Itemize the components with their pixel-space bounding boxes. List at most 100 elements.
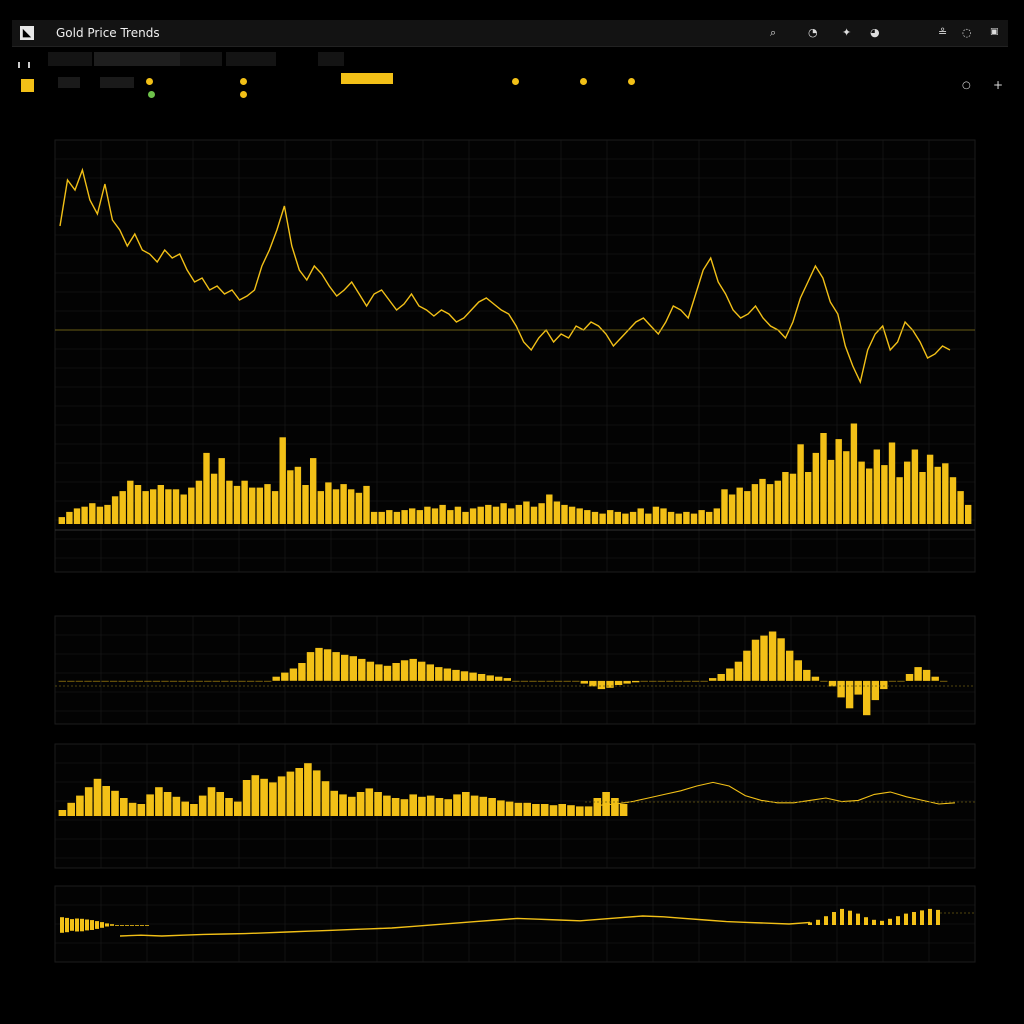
volume-bar <box>203 452 210 524</box>
volume-bar <box>431 508 439 524</box>
oscillator-bar <box>803 669 811 681</box>
oscillator-bar <box>546 680 554 682</box>
volume-bar <box>965 504 972 524</box>
signal-bar <box>65 917 69 933</box>
oscillator-bar <box>683 680 691 682</box>
volume-bar <box>294 466 302 524</box>
oscillator-bar <box>743 650 751 681</box>
volume-bar <box>744 491 751 524</box>
oscillator-bar <box>751 639 760 681</box>
volume-bar <box>89 503 96 524</box>
signal-bar <box>840 908 844 925</box>
signal-bar <box>880 920 884 925</box>
oscillator-bar <box>341 654 349 681</box>
oscillator-bar <box>400 660 409 681</box>
oscillator-bar <box>597 680 606 690</box>
oscillator-bar <box>272 676 280 681</box>
oscillator-bar <box>777 638 785 681</box>
momentum-bar <box>269 782 277 816</box>
oscillator-bar <box>700 680 708 682</box>
oscillator-bar <box>520 680 529 682</box>
momentum-bar <box>470 795 479 816</box>
oscillator-bar <box>409 658 417 681</box>
oscillator-bar <box>161 680 169 682</box>
volume-bar <box>210 473 218 524</box>
volume-bar <box>904 461 911 524</box>
volume-bar <box>332 489 340 524</box>
volume-bar <box>142 491 149 524</box>
oscillator-bar <box>606 680 614 688</box>
momentum-bar <box>374 792 382 816</box>
momentum-bar <box>321 781 330 816</box>
volume-bar <box>568 506 576 524</box>
volume-bar <box>690 513 698 524</box>
momentum-bar <box>532 804 540 816</box>
volume-bar <box>439 504 446 524</box>
volume-bar <box>508 508 515 524</box>
momentum-bar <box>435 798 444 816</box>
volume-bar <box>264 484 271 524</box>
momentum-bar <box>207 787 216 816</box>
volume-bar <box>926 454 934 524</box>
oscillator-bar <box>144 680 152 682</box>
oscillator-bar <box>332 652 340 681</box>
momentum-bar <box>339 794 347 816</box>
momentum-bar <box>584 806 593 816</box>
volume-bar <box>873 449 880 524</box>
oscillator-bar <box>358 658 366 681</box>
oscillator-bar <box>84 680 92 682</box>
momentum-bar <box>549 805 558 816</box>
volume-bar <box>530 506 538 524</box>
volume-bar <box>134 485 142 524</box>
volume-bar <box>485 504 492 524</box>
volume-bar <box>378 511 385 524</box>
volume-bar <box>355 492 363 524</box>
volume-bar <box>553 501 561 524</box>
volume-bar <box>850 423 858 524</box>
volume-bar <box>370 511 378 524</box>
oscillator-bar <box>298 663 306 681</box>
volume-bar <box>629 511 637 524</box>
volume-bar <box>58 517 65 524</box>
oscillator-bar <box>169 680 178 682</box>
volume-bar <box>104 504 111 524</box>
volume-bar <box>675 513 682 524</box>
volume-bar <box>706 511 713 524</box>
oscillator-bar <box>195 680 203 682</box>
volume-bar <box>538 503 545 524</box>
momentum-bar <box>198 795 207 816</box>
oscillator-bar <box>229 680 238 682</box>
signal-bar <box>928 908 932 925</box>
momentum-bar <box>514 802 523 816</box>
signal-bar <box>115 925 119 926</box>
momentum-bar <box>383 795 391 816</box>
momentum-bar <box>409 794 417 816</box>
momentum-bar <box>251 775 260 816</box>
oscillator-bar <box>888 680 897 682</box>
oscillator-bar <box>786 650 794 681</box>
momentum-bar <box>181 801 189 816</box>
momentum-bar <box>137 804 146 816</box>
momentum-bar <box>304 763 312 816</box>
volume-bar <box>835 439 842 524</box>
momentum-bar <box>479 796 488 816</box>
oscillator-bar <box>666 680 674 682</box>
volume-bar <box>127 480 134 524</box>
momentum-bar <box>190 804 198 816</box>
oscillator-bar <box>726 668 734 681</box>
oscillator-bar <box>443 668 452 681</box>
volume-bar <box>561 504 568 524</box>
volume-bar <box>165 489 172 524</box>
momentum-bar <box>391 798 400 816</box>
signal-bar <box>135 925 139 926</box>
momentum-bar <box>462 792 470 816</box>
oscillator-bar <box>820 680 828 682</box>
volume-bar <box>363 485 370 524</box>
signal-bar <box>896 916 900 925</box>
volume-bar <box>150 489 157 524</box>
momentum-bar <box>295 768 303 816</box>
volume-bar <box>462 511 469 524</box>
oscillator-bar <box>529 680 537 682</box>
oscillator-bar <box>691 680 700 682</box>
momentum-bar <box>356 792 365 816</box>
